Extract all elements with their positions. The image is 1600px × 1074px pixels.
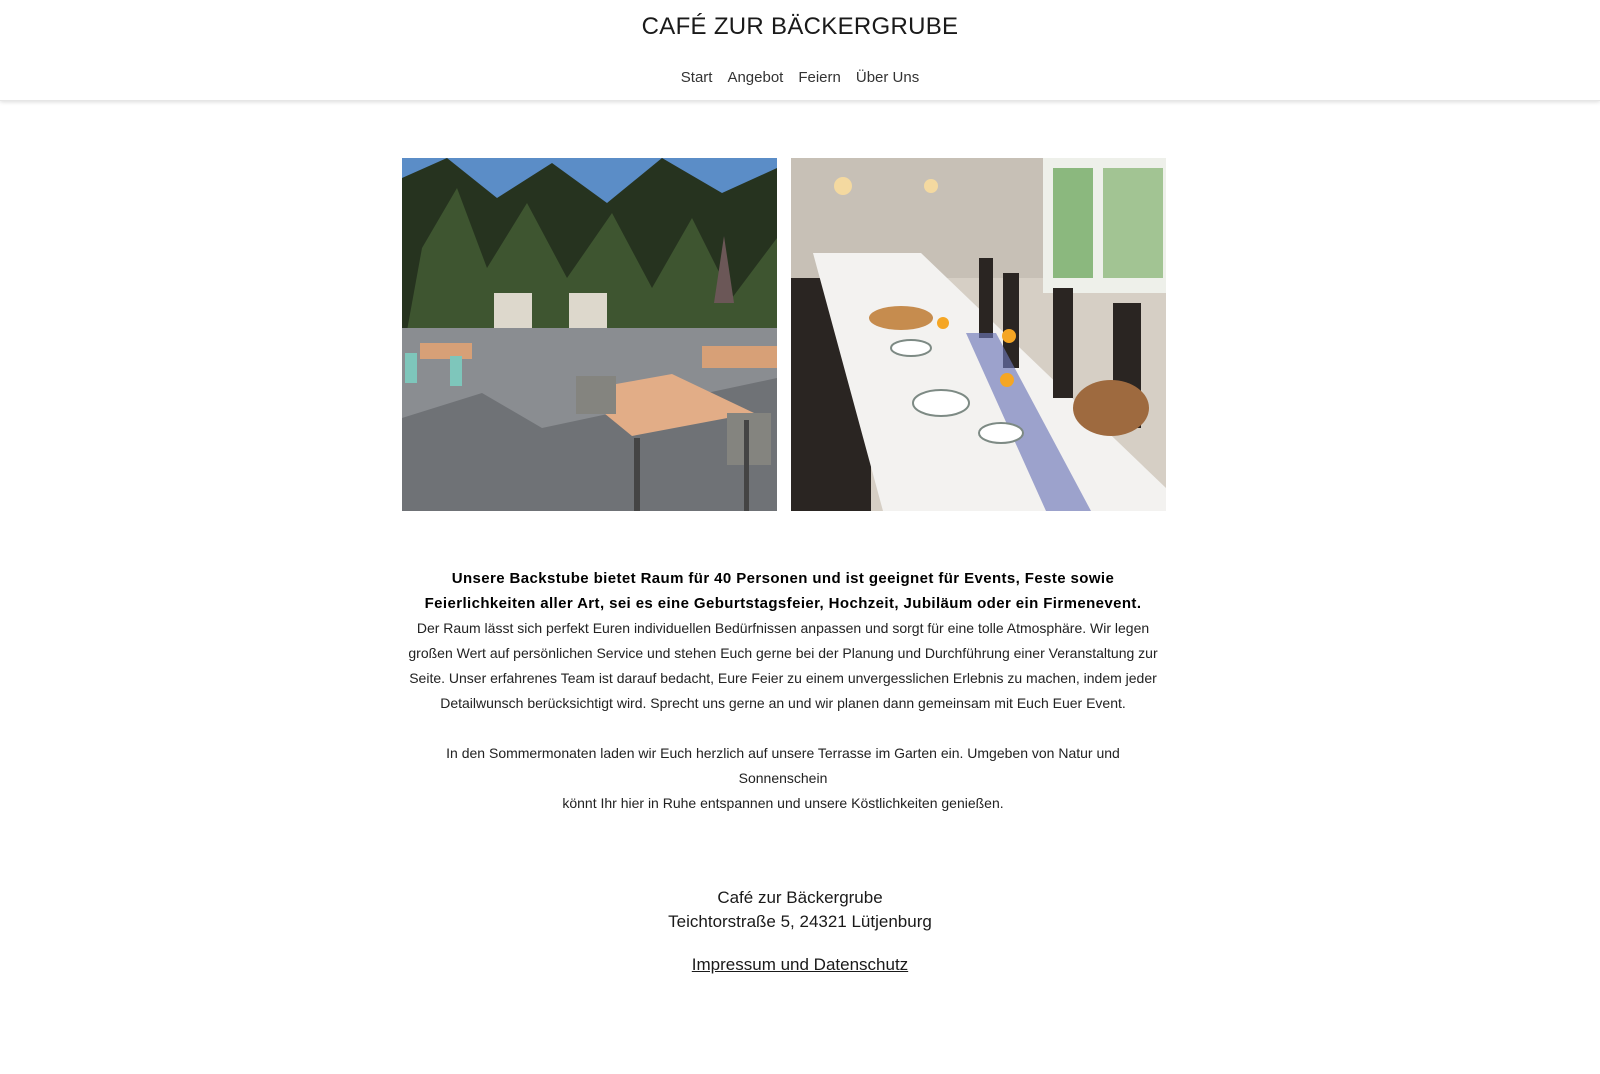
site-title[interactable]: CAFÉ ZUR BÄCKERGRUBE xyxy=(0,13,1600,41)
intro-bold-line-1: Unsere Backstube bietet Raum für 40 Pers… xyxy=(451,570,1115,587)
intro-line-2: großen Wert auf persönlichen Service und… xyxy=(408,645,1158,661)
site-footer: Café zur Bäckergrube Teichtorstraße 5, 2… xyxy=(0,886,1600,977)
nav-ueber-uns[interactable]: Über Uns xyxy=(856,69,919,86)
legal-link[interactable]: Impressum und Datenschutz xyxy=(692,953,908,977)
summer-line-2: könnt Ihr hier in Ruhe entspannen und un… xyxy=(562,795,1004,811)
footer-cafe-name: Café zur Bäckergrube xyxy=(717,888,883,907)
intro-bold-line-2: Feierlichkeiten aller Art, sei es eine G… xyxy=(424,595,1142,612)
summer-line-1: In den Sommermonaten laden wir Euch herz… xyxy=(446,745,1120,786)
nav-start[interactable]: Start xyxy=(681,69,713,86)
footer-address: Teichtorstraße 5, 24321 Lütjenburg xyxy=(668,912,932,931)
intro-line-3: Seite. Unser erfahrenes Team ist darauf … xyxy=(409,670,1157,686)
intro-line-4: Detailwunsch berücksichtigt wird. Sprech… xyxy=(440,695,1126,711)
intro-line-1: Der Raum lässt sich perfekt Euren indivi… xyxy=(416,620,1150,636)
main-navigation: Start Angebot Feiern Über Uns xyxy=(0,69,1600,86)
site-header: CAFÉ ZUR BÄCKERGRUBE Start Angebot Feier… xyxy=(0,0,1600,101)
event-description: Unsere Backstube bietet Raum für 40 Pers… xyxy=(400,566,1166,816)
banquet-table-photo xyxy=(791,158,1166,511)
garden-terrace-photo xyxy=(402,158,777,511)
nav-angebot[interactable]: Angebot xyxy=(727,69,783,86)
nav-feiern[interactable]: Feiern xyxy=(798,69,841,86)
